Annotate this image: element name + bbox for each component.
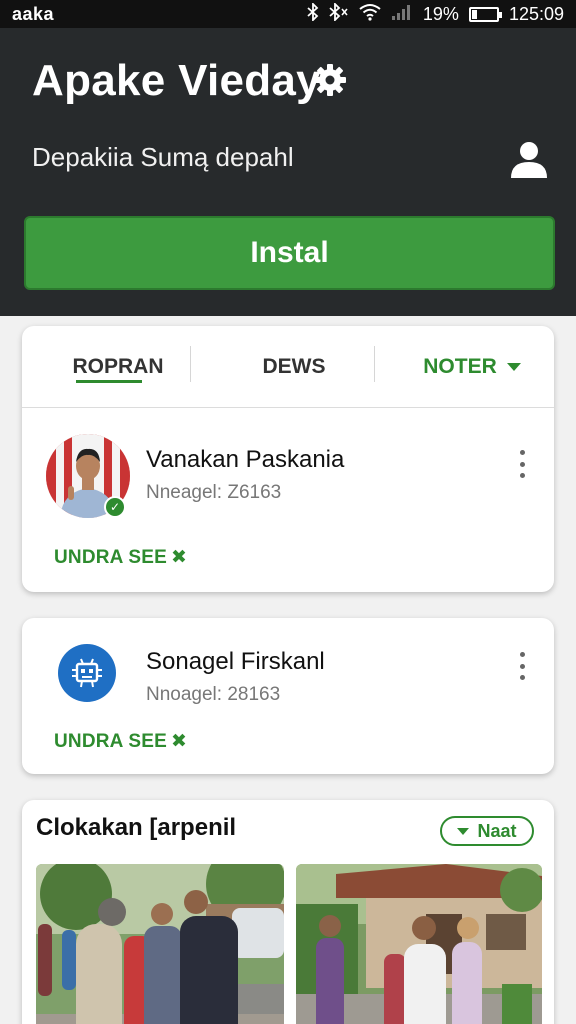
carrier-name: aaka <box>12 3 55 24</box>
bluetooth-icon <box>307 1 319 26</box>
photo-thumbnail[interactable] <box>36 864 284 1024</box>
item-meta: Nnoagel: 28163 <box>146 684 281 705</box>
close-x-icon: ✖ <box>171 547 188 568</box>
tab-divider <box>374 346 375 382</box>
user-profile-icon[interactable] <box>508 138 550 180</box>
header-subtitle: Depakiia Sumą depahl <box>32 142 294 172</box>
tab-divider <box>190 346 191 382</box>
signal-icon <box>391 3 413 26</box>
item-action-link[interactable]: UNDRA SEE ✖ <box>54 730 187 753</box>
active-tab-indicator <box>76 380 142 383</box>
wifi-icon <box>359 3 381 26</box>
install-button[interactable]: Instal <box>24 216 555 290</box>
gear-icon[interactable] <box>312 62 348 98</box>
status-icons: 19% 125:09 <box>307 1 564 26</box>
battery-icon <box>468 6 502 22</box>
item-action-link[interactable]: UNDRA SEE ✖ <box>54 546 187 569</box>
battery-percent: 19% <box>422 3 459 24</box>
app-header: Apake Vieday Depakiia Sumą depahl Instal <box>0 28 576 316</box>
photo-thumbnail[interactable] <box>296 864 542 1024</box>
tab-label: ROPRAN <box>72 355 164 378</box>
app-title: Apake Vieday <box>32 56 321 105</box>
section-title: Clokakan [arpenil <box>36 814 237 841</box>
tab-label: NOTER <box>423 355 497 378</box>
item-title[interactable]: Vanakan Paskania <box>146 446 344 474</box>
chevron-down-icon <box>506 363 521 371</box>
status-bar: aaka 19% 125:09 <box>0 0 576 28</box>
link-label: UNDRA SEE <box>54 731 167 752</box>
apps-card: ROPRAN DEWS NOTER ✓ Vanakan Paskania Nne… <box>22 326 554 592</box>
verified-check-icon: ✓ <box>104 496 126 518</box>
pill-label: Naat <box>477 820 517 841</box>
battery-level <box>471 9 477 19</box>
chevron-down-icon <box>457 827 470 835</box>
next-pill-button[interactable]: Naat <box>440 816 534 846</box>
item-meta: Nneagel: Z6163 <box>146 482 282 503</box>
tab-label: DEWS <box>262 355 326 378</box>
tab-bar: ROPRAN DEWS NOTER <box>22 326 554 408</box>
app-item-card: Sonagel Firskanl Nnoagel: 28163 UNDRA SE… <box>22 618 554 774</box>
more-options-icon[interactable] <box>512 652 532 680</box>
app-logo-icon[interactable] <box>58 644 116 702</box>
tab-ropran[interactable]: ROPRAN <box>38 326 198 408</box>
more-options-icon[interactable] <box>512 450 532 478</box>
bluetooth-alt-icon <box>329 1 349 26</box>
item-title[interactable]: Sonagel Firskanl <box>146 648 325 676</box>
tab-dews[interactable]: DEWS <box>202 326 386 408</box>
clock: 125:09 <box>508 3 564 24</box>
tab-noter[interactable]: NOTER <box>392 326 552 408</box>
gallery-card: Clokakan [arpenil Naat <box>22 800 554 1024</box>
link-label: UNDRA SEE <box>54 547 167 568</box>
close-x-icon: ✖ <box>171 731 188 752</box>
